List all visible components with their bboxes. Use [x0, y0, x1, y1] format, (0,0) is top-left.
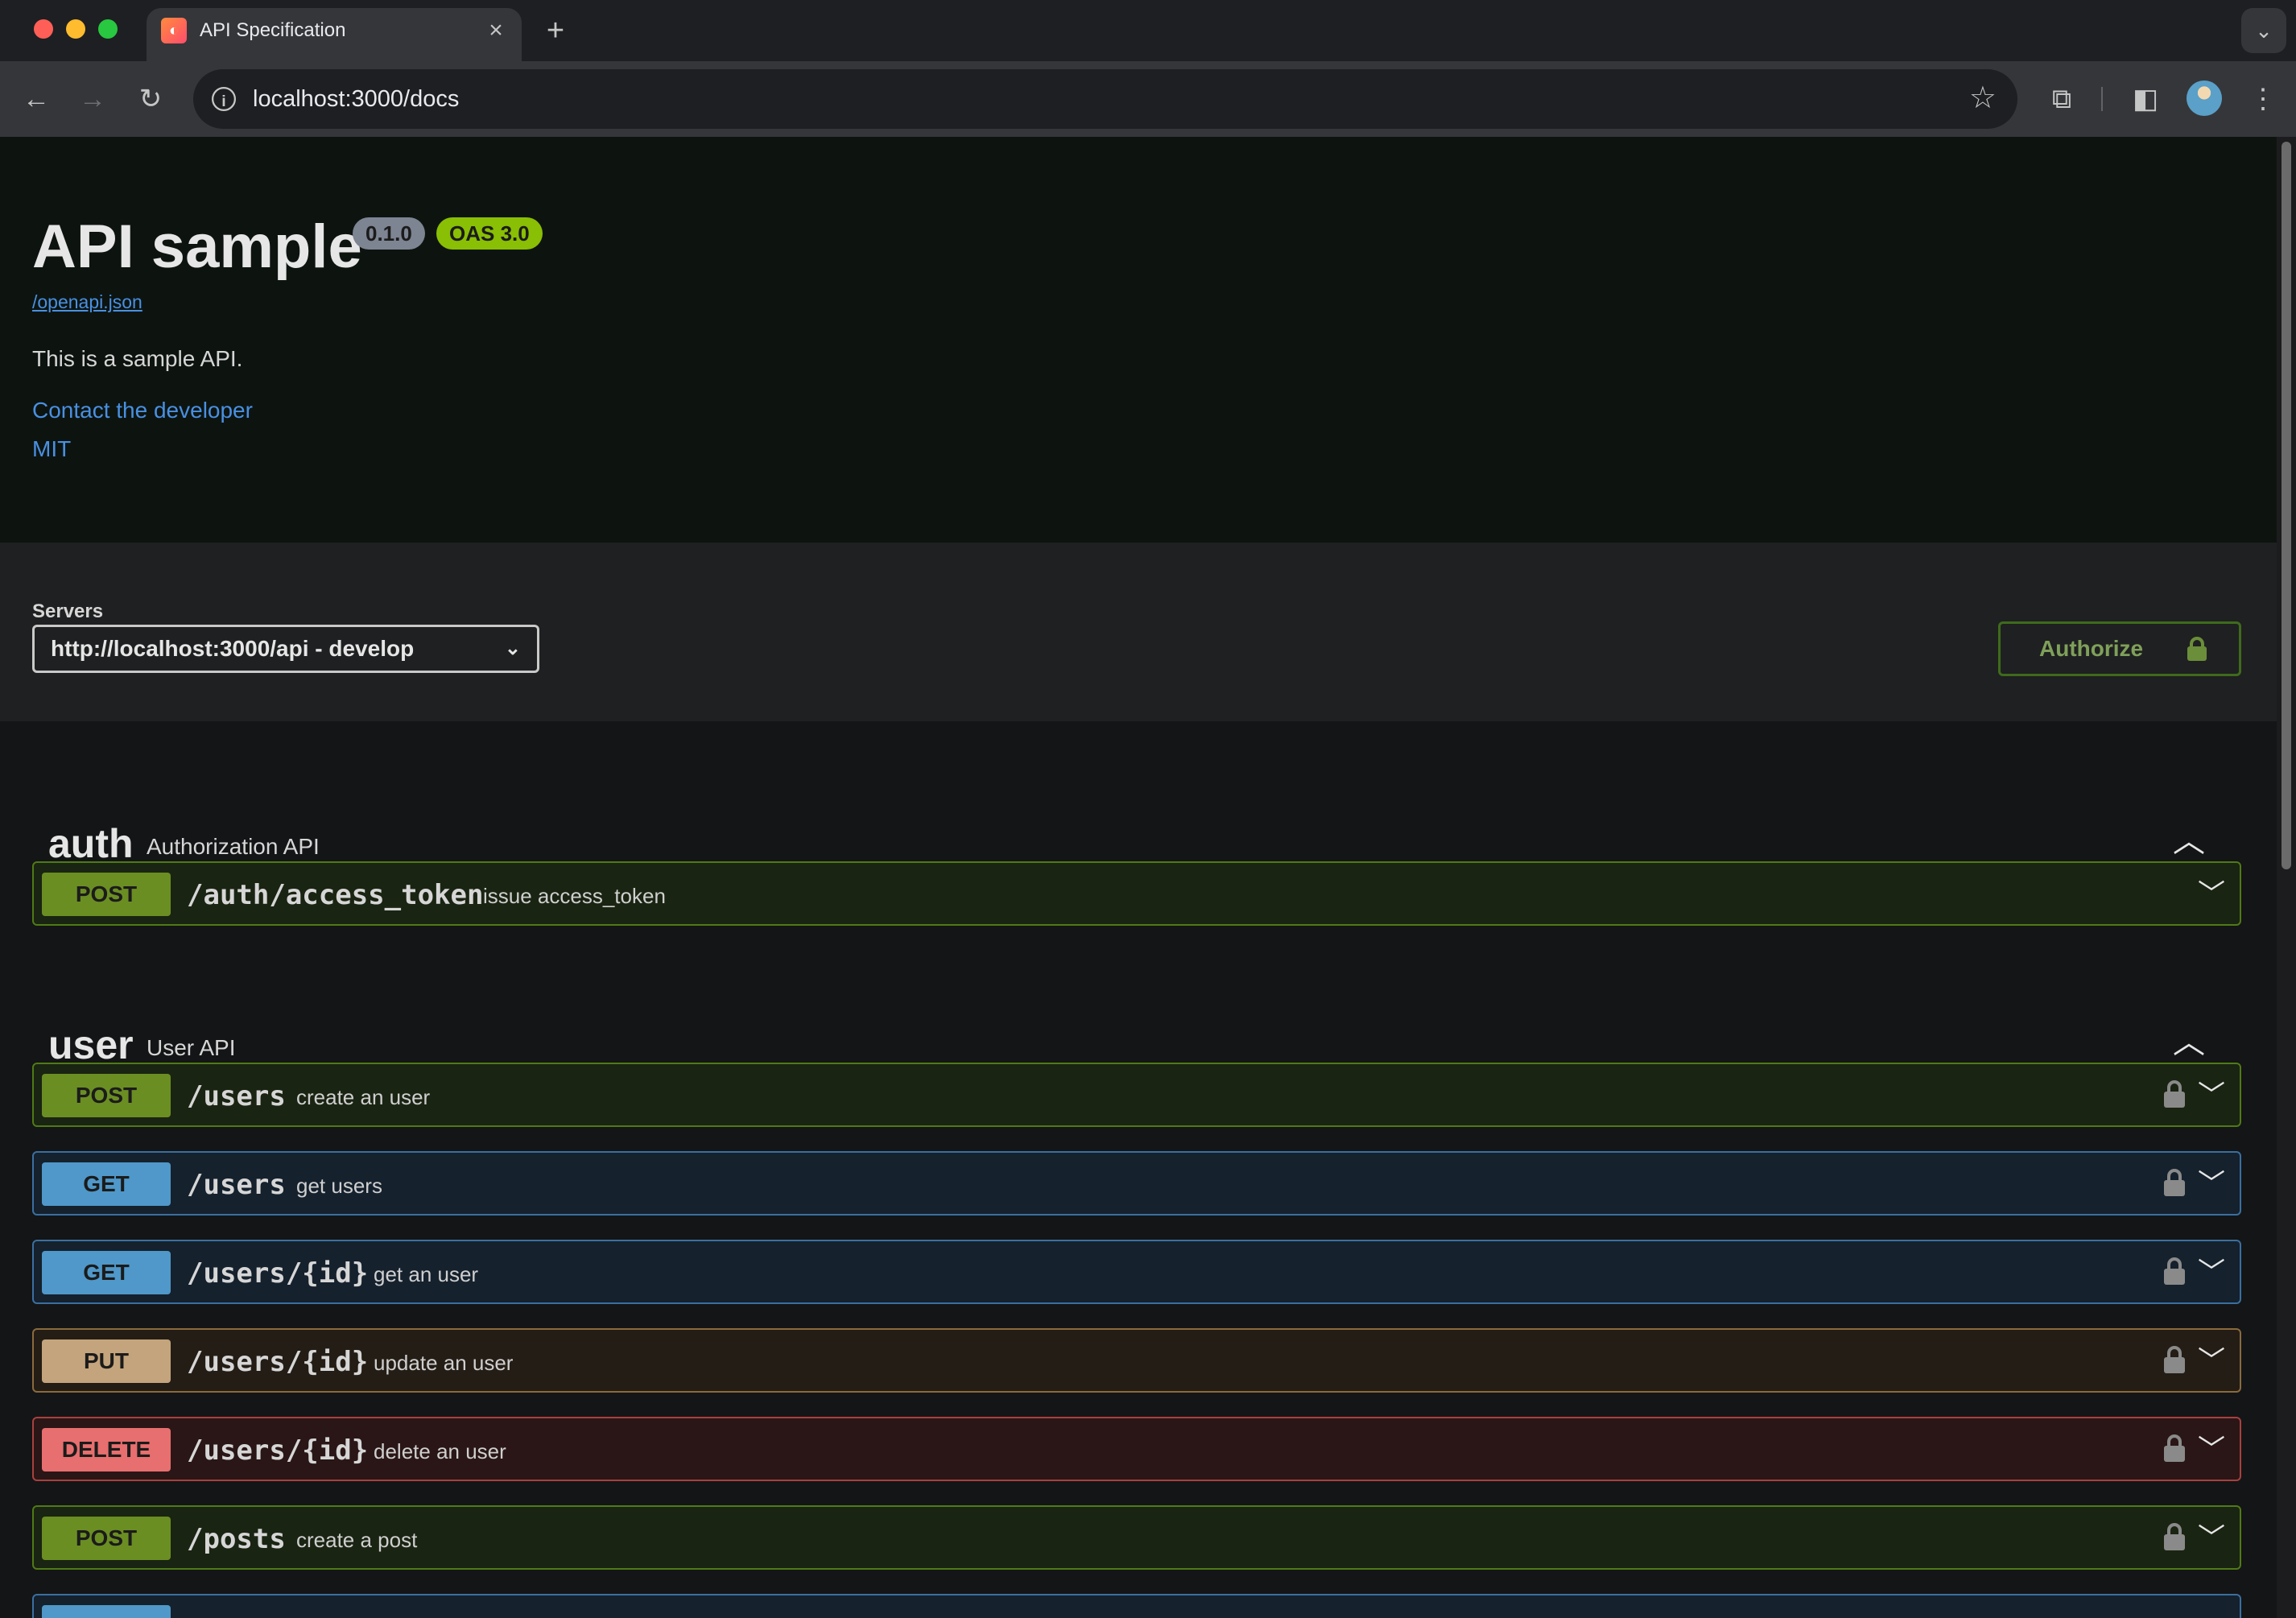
operation-summary: delete an user	[374, 1439, 506, 1463]
new-tab-button[interactable]: +	[538, 13, 573, 48]
spec-link[interactable]: /openapi.json	[32, 291, 142, 313]
toolbar-divider	[2101, 87, 2103, 111]
browser-tab-strip: ◐ API Specification × + ⌄	[0, 0, 2296, 61]
scrollbar-thumb[interactable]	[2282, 142, 2291, 869]
back-icon[interactable]: ←	[16, 79, 56, 119]
reload-icon[interactable]: ↻	[130, 79, 171, 119]
lock-icon[interactable]	[2164, 1080, 2185, 1108]
minimize-window-button[interactable]	[66, 19, 85, 39]
unlock-icon	[2187, 637, 2207, 661]
chevron-up-icon[interactable]: ︿	[2169, 821, 2209, 861]
chevron-down-icon[interactable]: ﹀	[2191, 1253, 2232, 1293]
method-badge: POST	[42, 873, 171, 916]
operation-path: /posts	[187, 1523, 286, 1555]
lock-icon[interactable]	[2164, 1523, 2185, 1550]
operation-path: /users/{id}	[187, 1346, 369, 1378]
contact-link[interactable]: Contact the developer	[32, 398, 253, 423]
api-info-section: API sample 0.1.0 OAS 3.0 /openapi.json T…	[0, 137, 2277, 543]
star-icon[interactable]: ☆	[1969, 80, 1997, 116]
page-scrollbar[interactable]	[2277, 137, 2296, 1618]
method-badge: GET	[42, 1251, 171, 1294]
operation-summary: issue access_token	[483, 884, 666, 908]
operation-put-user-by-id[interactable]: PUT /users/{id} update an user ﹀	[32, 1328, 2241, 1393]
method-badge	[42, 1605, 171, 1618]
more-icon[interactable]: ⋮	[2243, 79, 2283, 119]
operation-get-users[interactable]: GET /users get users ﹀	[32, 1151, 2241, 1216]
operation-path: /users/{id}	[187, 1434, 369, 1467]
operation-summary: create an user	[296, 1085, 431, 1109]
method-badge: POST	[42, 1517, 171, 1560]
license-link[interactable]: MIT	[32, 436, 71, 462]
address-bar[interactable]: i localhost:3000/docs ☆	[193, 69, 2017, 129]
favicon-icon: ◐	[161, 18, 187, 43]
operation-post-posts[interactable]: POST /posts create a post ﹀	[32, 1505, 2241, 1570]
tab-title: API Specification	[200, 19, 346, 41]
lock-icon[interactable]	[2164, 1346, 2185, 1373]
browser-tab[interactable]: ◐ API Specification ×	[147, 8, 522, 61]
chevron-down-icon[interactable]: ﹀	[2191, 874, 2232, 914]
method-badge: GET	[42, 1162, 171, 1206]
operation-post-auth-access-token[interactable]: POST /auth/access_token issue access_tok…	[32, 861, 2241, 926]
oas-badge: OAS 3.0	[436, 217, 543, 250]
version-badge: 0.1.0	[353, 217, 425, 250]
page-viewport: API sample 0.1.0 OAS 3.0 /openapi.json T…	[0, 137, 2277, 1618]
chevron-down-icon[interactable]: ﹀	[2191, 1430, 2232, 1470]
side-panel-icon[interactable]: ◧	[2125, 79, 2166, 119]
lock-icon[interactable]	[2164, 1434, 2185, 1462]
tab-search-chevron-icon[interactable]: ⌄	[2241, 8, 2286, 53]
operation-summary: update an user	[374, 1351, 514, 1375]
method-badge: POST	[42, 1074, 171, 1117]
authorize-button[interactable]: Authorize	[1998, 621, 2241, 676]
tag-name: user	[48, 1022, 134, 1067]
url-text[interactable]: localhost:3000/docs	[253, 85, 459, 113]
chevron-down-icon[interactable]: ﹀	[2191, 1164, 2232, 1204]
chevron-down-icon[interactable]: ﹀	[2191, 1518, 2232, 1558]
method-badge: DELETE	[42, 1428, 171, 1471]
operation-post-users[interactable]: POST /users create an user ﹀	[32, 1063, 2241, 1127]
servers-select[interactable]: http://localhost:3000/api - develop ⌄	[32, 625, 539, 673]
scheme-container: Servers http://localhost:3000/api - deve…	[0, 543, 2277, 721]
chevron-down-icon[interactable]: ﹀	[2191, 1341, 2232, 1381]
operation-summary: create a post	[296, 1528, 418, 1552]
authorize-label: Authorize	[2039, 636, 2144, 661]
operation-summary: get users	[296, 1174, 382, 1198]
tab-close-icon[interactable]: ×	[481, 16, 510, 45]
close-window-button[interactable]	[34, 19, 53, 39]
method-badge: PUT	[42, 1339, 171, 1383]
chevron-down-icon[interactable]: ﹀	[2191, 1075, 2232, 1116]
browser-toolbar: ← → ↻ i localhost:3000/docs ☆ ⧉ ◧ ⋮	[0, 61, 2296, 137]
operation-partially-visible[interactable]	[32, 1594, 2241, 1618]
tag-description: User API	[147, 1035, 236, 1060]
api-description: This is a sample API.	[32, 346, 243, 371]
operation-path: /users	[187, 1080, 286, 1112]
operation-delete-user-by-id[interactable]: DELETE /users/{id} delete an user ﹀	[32, 1417, 2241, 1481]
chevron-down-icon: ⌄	[504, 638, 521, 659]
operation-summary: get an user	[374, 1262, 479, 1286]
tag-description: Authorization API	[147, 834, 320, 859]
operation-get-user-by-id[interactable]: GET /users/{id} get an user ﹀	[32, 1240, 2241, 1304]
api-title: API sample	[32, 213, 362, 281]
forward-icon[interactable]: →	[72, 79, 113, 119]
operation-path: /auth/access_token	[187, 879, 484, 911]
operation-path: /users/{id}	[187, 1257, 369, 1290]
profile-avatar[interactable]	[2187, 80, 2222, 116]
tag-name: auth	[48, 821, 134, 866]
servers-label: Servers	[32, 601, 104, 622]
maximize-window-button[interactable]	[98, 19, 118, 39]
info-icon[interactable]: i	[212, 87, 236, 111]
operation-path: /users	[187, 1169, 286, 1201]
servers-selected-value: http://localhost:3000/api - develop	[51, 636, 415, 661]
lock-icon[interactable]	[2164, 1257, 2185, 1285]
lock-icon[interactable]	[2164, 1169, 2185, 1196]
extensions-icon[interactable]: ⧉	[2042, 79, 2082, 119]
chevron-up-icon[interactable]: ︿	[2169, 1022, 2209, 1063]
